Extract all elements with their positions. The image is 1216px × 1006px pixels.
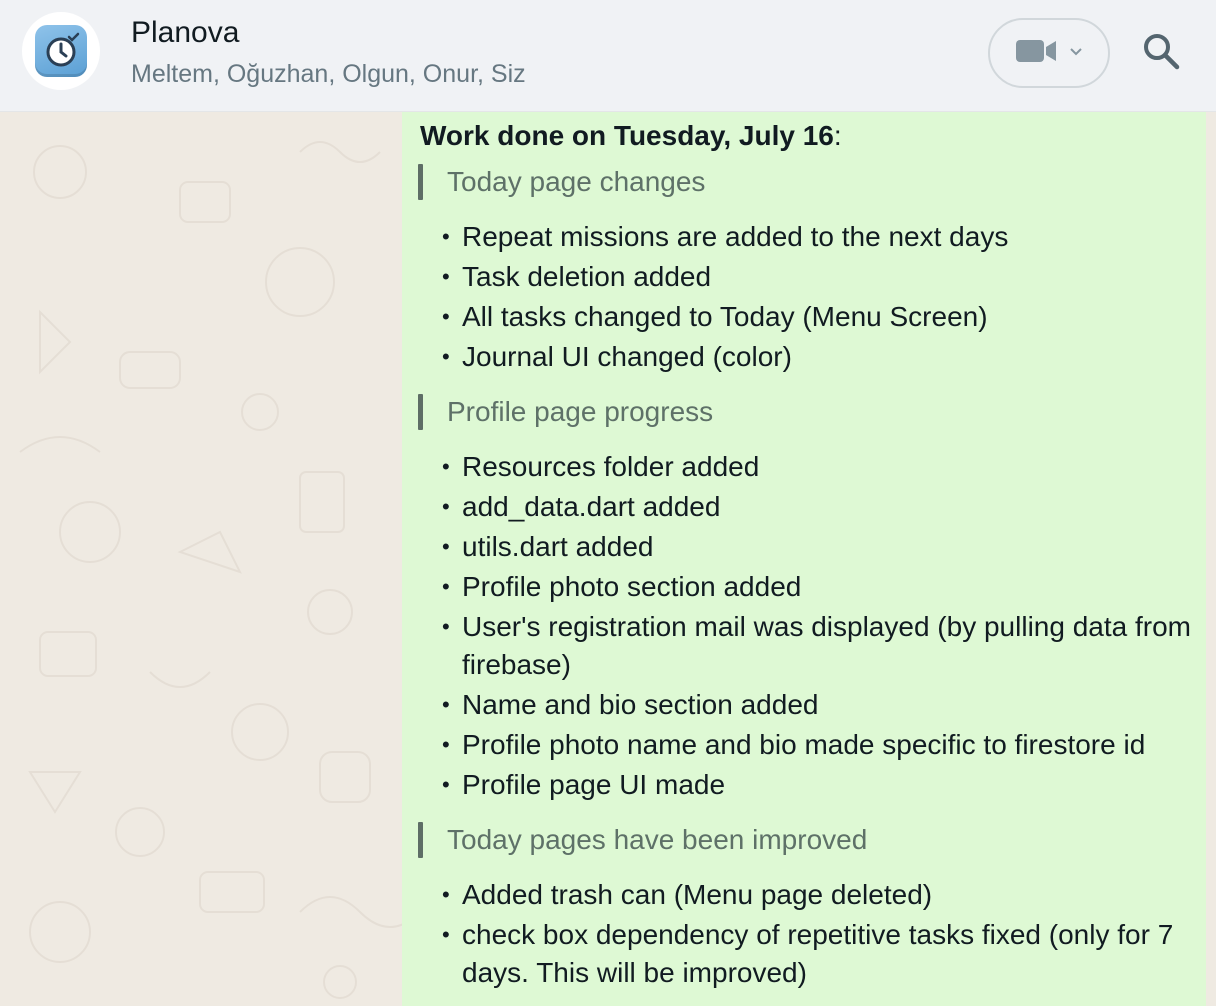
quote-section: Today pages have been improved (418, 822, 867, 858)
message-heading: Work done on Tuesday, July 16: (420, 118, 842, 154)
chevron-down-icon (1069, 44, 1083, 62)
message-heading-bold: Work done on Tuesday, July 16 (420, 120, 834, 151)
quote-bar (418, 164, 423, 200)
list-item: • Task deletion added (442, 261, 712, 292)
quote-section: Profile page progress (418, 394, 713, 430)
search-button[interactable] (1138, 30, 1184, 76)
search-icon (1141, 31, 1181, 76)
list-item: • Journal UI changed (color) (442, 341, 792, 372)
section-title: Profile page progress (447, 396, 714, 427)
list-item: • User's registration mail was displayed … (442, 611, 1191, 680)
message-heading-suffix: : (833, 120, 842, 151)
quote-section: Today page changes (418, 164, 705, 200)
list-item: • check box dependency of repetitive task… (442, 919, 1174, 988)
list-item: • utils.dart added (442, 531, 654, 562)
video-camera-icon (1015, 38, 1057, 69)
group-avatar[interactable] (22, 12, 100, 90)
list-item: • Profile photo name and bio made specifi… (442, 729, 1146, 760)
list-item: • add_data.dart added (442, 491, 721, 522)
message-bubble[interactable]: Work done on Tuesday, July 16: Today pag… (402, 112, 1206, 1006)
section-title: Today pages have been improved (447, 824, 868, 855)
bullet-list: • Resources folder added • add_data.dart a… (442, 448, 1202, 806)
section-title: Today page changes (447, 166, 706, 197)
quote-bar (418, 822, 423, 858)
bullet-list: • Added trash can (Menu page deleted) • ch… (442, 876, 1202, 994)
list-item: • Profile page UI made (442, 769, 726, 800)
list-item: • All tasks changed to Today (Menu Screen… (442, 301, 988, 332)
chat-header: Planova Meltem, Oğuzhan, Olgun, Onur, Si… (0, 0, 1216, 112)
quote-bar (418, 394, 423, 430)
planner-clock-icon (35, 25, 87, 77)
list-item: • Resources folder added (442, 451, 760, 482)
video-call-button[interactable] (988, 18, 1110, 88)
chat-title[interactable]: Planova (131, 14, 239, 52)
participants-list[interactable]: Meltem, Oğuzhan, Olgun, Onur, Siz (131, 58, 526, 90)
list-item: • Name and bio section added (442, 689, 819, 720)
wallpaper-doodles (19, 141, 402, 999)
list-item: • Added trash can (Menu page deleted) (442, 879, 933, 910)
bullet-list: • Repeat missions are added to the next d… (442, 218, 1202, 378)
list-item: • Profile photo section added (442, 571, 802, 602)
list-item: • Repeat missions are added to the next d… (442, 221, 1009, 252)
